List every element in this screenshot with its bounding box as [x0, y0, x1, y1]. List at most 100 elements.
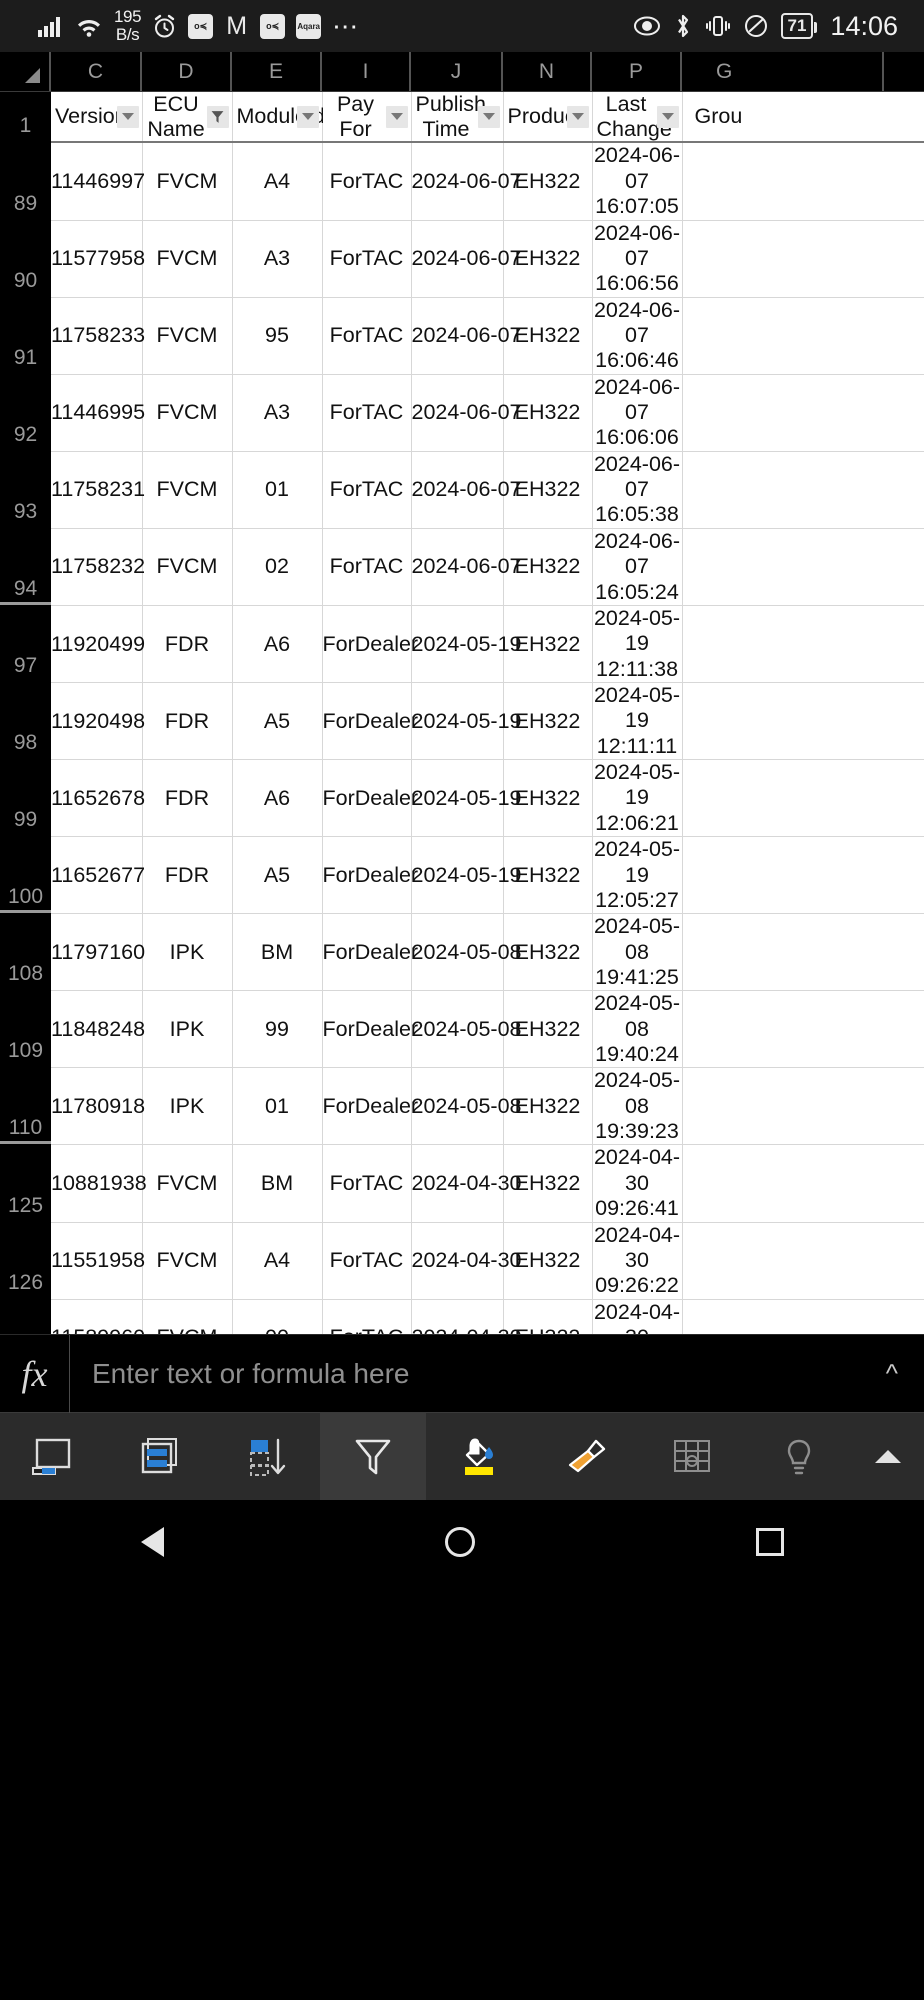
- row-number[interactable]: 125: [0, 1144, 51, 1223]
- column-letter-e[interactable]: E: [232, 52, 322, 91]
- column-letter-c[interactable]: C: [51, 52, 142, 91]
- cell-version[interactable]: 11797160: [51, 913, 145, 992]
- table-row[interactable]: 126 11551958 FVCM A4 ForTAC 2024-04-30 EH322 20…: [0, 1222, 924, 1300]
- cell-version[interactable]: 11589960: [51, 1299, 145, 1334]
- cell-version[interactable]: 11652677: [51, 836, 145, 915]
- cell-pay-for[interactable]: ForTAC: [322, 142, 412, 221]
- table-row[interactable]: 110 11780918 IPK 01 ForDealer 2024-05-08 EH322…: [0, 1067, 924, 1146]
- cell-product[interactable]: EH322: [503, 1299, 593, 1334]
- filter-dropdown-product[interactable]: [566, 105, 589, 128]
- cell-pay-for[interactable]: ForTAC: [322, 528, 412, 606]
- cell-last-change[interactable]: 2024-05-19 12:06:21: [592, 759, 683, 838]
- cell-moduleid[interactable]: A4: [232, 142, 323, 221]
- cell-product[interactable]: EH322: [503, 297, 593, 375]
- cell-moduleid[interactable]: 01: [232, 1067, 323, 1146]
- cell-last-change[interactable]: 2024-06-07 16:06:46: [592, 297, 683, 375]
- cell-product[interactable]: EH322: [503, 1144, 593, 1223]
- cell-version[interactable]: 11848248: [51, 990, 145, 1069]
- cell-publish-time[interactable]: 2024-05-08: [411, 990, 521, 1069]
- table-row[interactable]: 93 11758231 FVCM 01 ForTAC 2024-06-07 EH322 202…: [0, 451, 924, 529]
- cell-ecu-name[interactable]: FDR: [142, 759, 233, 838]
- cell-product[interactable]: EH322: [503, 913, 593, 992]
- cell-version[interactable]: 11758231: [51, 451, 145, 529]
- cell-ecu-name[interactable]: FVCM: [142, 297, 233, 375]
- cell-pay-for[interactable]: ForTAC: [322, 374, 412, 452]
- cell-last-change[interactable]: 2024-06-07 16:06:06: [592, 374, 683, 452]
- cell-publish-time[interactable]: 2024-05-19: [411, 682, 521, 761]
- cell-version[interactable]: 11920498: [51, 682, 145, 761]
- cell-group[interactable]: [682, 374, 924, 452]
- cell-product[interactable]: EH322: [503, 759, 593, 838]
- formula-bar[interactable]: fx Enter text or formula here ^: [0, 1334, 924, 1413]
- header-cell-last-change[interactable]: Last Change: [592, 92, 683, 144]
- cell-ecu-name[interactable]: FDR: [142, 836, 233, 915]
- cell-publish-time[interactable]: 2024-05-19: [411, 759, 521, 838]
- cell-moduleid[interactable]: 02: [232, 528, 323, 606]
- row-number[interactable]: 99: [0, 759, 51, 838]
- header-cell-moduleid[interactable]: ModuleId: [232, 92, 325, 144]
- cell-group[interactable]: [682, 1222, 924, 1300]
- cell-publish-time[interactable]: 2024-04-30: [411, 1299, 521, 1334]
- cell-version[interactable]: 10881938: [51, 1144, 147, 1223]
- cell-group[interactable]: [682, 605, 924, 683]
- cell-product[interactable]: EH322: [503, 374, 593, 452]
- cell-product[interactable]: EH322: [503, 528, 593, 606]
- view-mode-icon[interactable]: [0, 1413, 107, 1500]
- cell-moduleid[interactable]: 00: [232, 1299, 323, 1334]
- row-number[interactable]: 97: [0, 605, 51, 683]
- cell-moduleid[interactable]: 99: [232, 990, 323, 1069]
- cell-product[interactable]: EH322: [503, 1067, 593, 1146]
- filter-dropdown-version[interactable]: [116, 105, 139, 128]
- row-number[interactable]: 93: [0, 451, 51, 529]
- row-number[interactable]: 127: [0, 1299, 51, 1334]
- cell-group[interactable]: [682, 913, 924, 992]
- header-cell-pay-for[interactable]: Pay For: [322, 92, 412, 144]
- cell-pay-for[interactable]: ForTAC: [322, 1299, 412, 1334]
- android-nav-bar[interactable]: [0, 1500, 924, 1584]
- toolbar-expand-button[interactable]: [852, 1413, 924, 1500]
- format-brush-icon[interactable]: [533, 1413, 640, 1500]
- cell-last-change[interactable]: 2024-04-30 09:26:41: [592, 1144, 683, 1223]
- cell-product[interactable]: EH322: [503, 1222, 593, 1300]
- header-cell-publish-time[interactable]: Publish Time: [411, 92, 504, 144]
- cell-pay-for[interactable]: ForDealer: [322, 605, 418, 683]
- cell-group[interactable]: [682, 1067, 924, 1146]
- column-letter-d[interactable]: D: [142, 52, 232, 91]
- cell-product[interactable]: EH322: [503, 836, 593, 915]
- cell-last-change[interactable]: 2024-05-08 19:40:24: [592, 990, 683, 1069]
- column-letter-p[interactable]: P: [592, 52, 682, 91]
- cell-group[interactable]: [682, 297, 924, 375]
- cell-pay-for[interactable]: ForDealer: [322, 682, 418, 761]
- cell-moduleid[interactable]: A4: [232, 1222, 323, 1300]
- column-letter-n[interactable]: N: [503, 52, 592, 91]
- cell-publish-time[interactable]: 2024-06-07: [411, 451, 521, 529]
- row-number[interactable]: 94: [0, 528, 51, 606]
- cell-product[interactable]: EH322: [503, 451, 593, 529]
- filter-icon[interactable]: [319, 1413, 426, 1500]
- cell-moduleid[interactable]: A5: [232, 836, 323, 915]
- cell-pay-for[interactable]: ForTAC: [322, 297, 412, 375]
- table-row[interactable]: 12711589960FVCM00ForTAC2024-04-30EH32220…: [0, 1299, 924, 1334]
- cell-group[interactable]: [682, 1299, 924, 1334]
- row-number-1[interactable]: 1: [0, 92, 51, 143]
- table-row[interactable]: 97 11920499 FDR A6 ForDealer 2024-05-19 EH322 2…: [0, 605, 924, 683]
- filter-dropdown-moduleid[interactable]: [296, 105, 319, 128]
- back-triangle-icon[interactable]: [140, 1527, 164, 1557]
- row-number[interactable]: 100: [0, 836, 51, 915]
- cell-group[interactable]: [682, 220, 924, 298]
- cell-pay-for[interactable]: ForTAC: [322, 1144, 412, 1223]
- cell-pay-for[interactable]: ForDealer: [322, 990, 418, 1069]
- table-row[interactable]: 98 11920498 FDR A5 ForDealer 2024-05-19 EH322 2…: [0, 682, 924, 761]
- cell-version[interactable]: 11551958: [51, 1222, 145, 1300]
- cell-ecu-name[interactable]: IPK: [142, 913, 233, 992]
- row-number[interactable]: 98: [0, 682, 51, 761]
- cell-last-change[interactable]: 2024-05-19 12:05:27: [592, 836, 683, 915]
- table-row[interactable]: 125 10881938 FVCM BM ForTAC 2024-04-30 EH322 20…: [0, 1144, 924, 1223]
- cell-last-change[interactable]: 2024-06-07 16:05:24: [592, 528, 683, 606]
- fill-color-icon[interactable]: [426, 1413, 533, 1500]
- row-number[interactable]: 91: [0, 297, 51, 375]
- row-number[interactable]: 89: [0, 142, 51, 221]
- cell-last-change[interactable]: 2024-05-19 12:11:11: [592, 682, 683, 761]
- cell-ecu-name[interactable]: IPK: [142, 1067, 233, 1146]
- header-cell-group[interactable]: Grou: [682, 92, 924, 144]
